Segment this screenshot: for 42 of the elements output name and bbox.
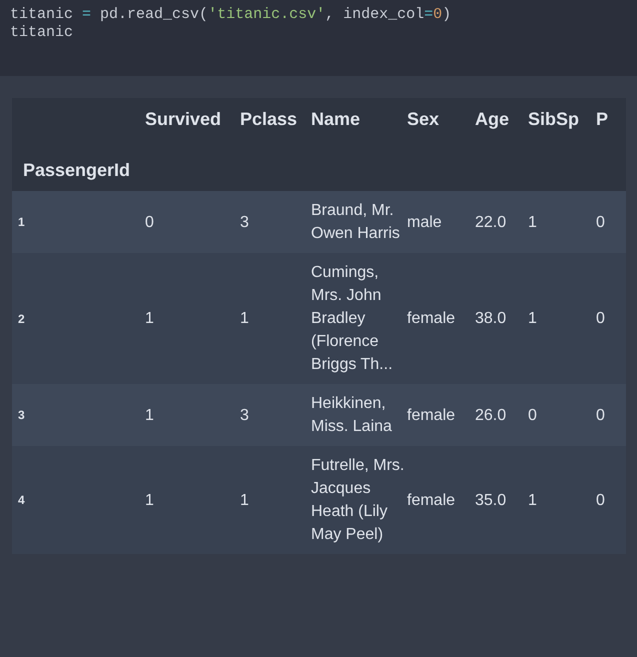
table-cell: female — [407, 310, 456, 327]
table-cell: 38.0 — [475, 310, 506, 327]
column-header: Sex — [407, 109, 440, 129]
column-header: Name — [311, 109, 360, 129]
table-cell: 1 — [528, 310, 537, 327]
column-header: SibSp — [528, 109, 580, 129]
table-cell: 0 — [596, 310, 605, 327]
table-cell: 0 — [596, 492, 605, 508]
table-cell: 1 — [145, 492, 154, 508]
table-cell: Heikkinen, Miss. Laina — [311, 395, 392, 435]
table-cell: 1 — [240, 310, 249, 327]
table-cell: male — [407, 214, 442, 230]
table-cell: 1 — [240, 492, 249, 508]
column-header: Survived — [145, 109, 222, 129]
table-cell: 22.0 — [475, 214, 506, 230]
code-line: titanic — [10, 24, 74, 42]
table-cell: 3 — [240, 406, 249, 424]
table-cell: female — [407, 492, 456, 508]
table-cell: 26.0 — [475, 406, 506, 424]
table-cell: 35.0 — [475, 492, 506, 508]
row-index: 2 — [17, 312, 25, 326]
column-header: Age — [475, 109, 510, 129]
table-cell: 0 — [596, 406, 605, 424]
table-cell: 3 — [240, 214, 249, 230]
table-cell: 1 — [528, 492, 537, 508]
table-cell: 1 — [145, 310, 154, 327]
column-header: P — [596, 109, 608, 129]
index-header: PassengerId — [23, 160, 130, 180]
column-header: Pclass — [240, 109, 298, 129]
code-line: titanic = pd.read_csv('titanic.csv', index_col=0) — [10, 6, 452, 24]
table-cell: Cumings, Mrs. John Bradley (Florence Briggs Th... — [311, 264, 393, 373]
table-cell: 0 — [528, 406, 537, 424]
row-index: 1 — [17, 215, 25, 229]
table-cell: 1 — [528, 214, 537, 230]
table-cell: female — [407, 406, 456, 424]
row-index: 4 — [17, 493, 25, 507]
row-index: 3 — [17, 408, 25, 422]
table-cell: 0 — [596, 214, 605, 230]
table-cell: Futrelle, Mrs. Jacques Heath (Lily May Peel) — [311, 457, 404, 543]
table-cell: 1 — [145, 406, 154, 424]
table-cell: 0 — [145, 214, 154, 230]
table-cell: Braund, Mr. Owen Harris — [311, 202, 400, 242]
